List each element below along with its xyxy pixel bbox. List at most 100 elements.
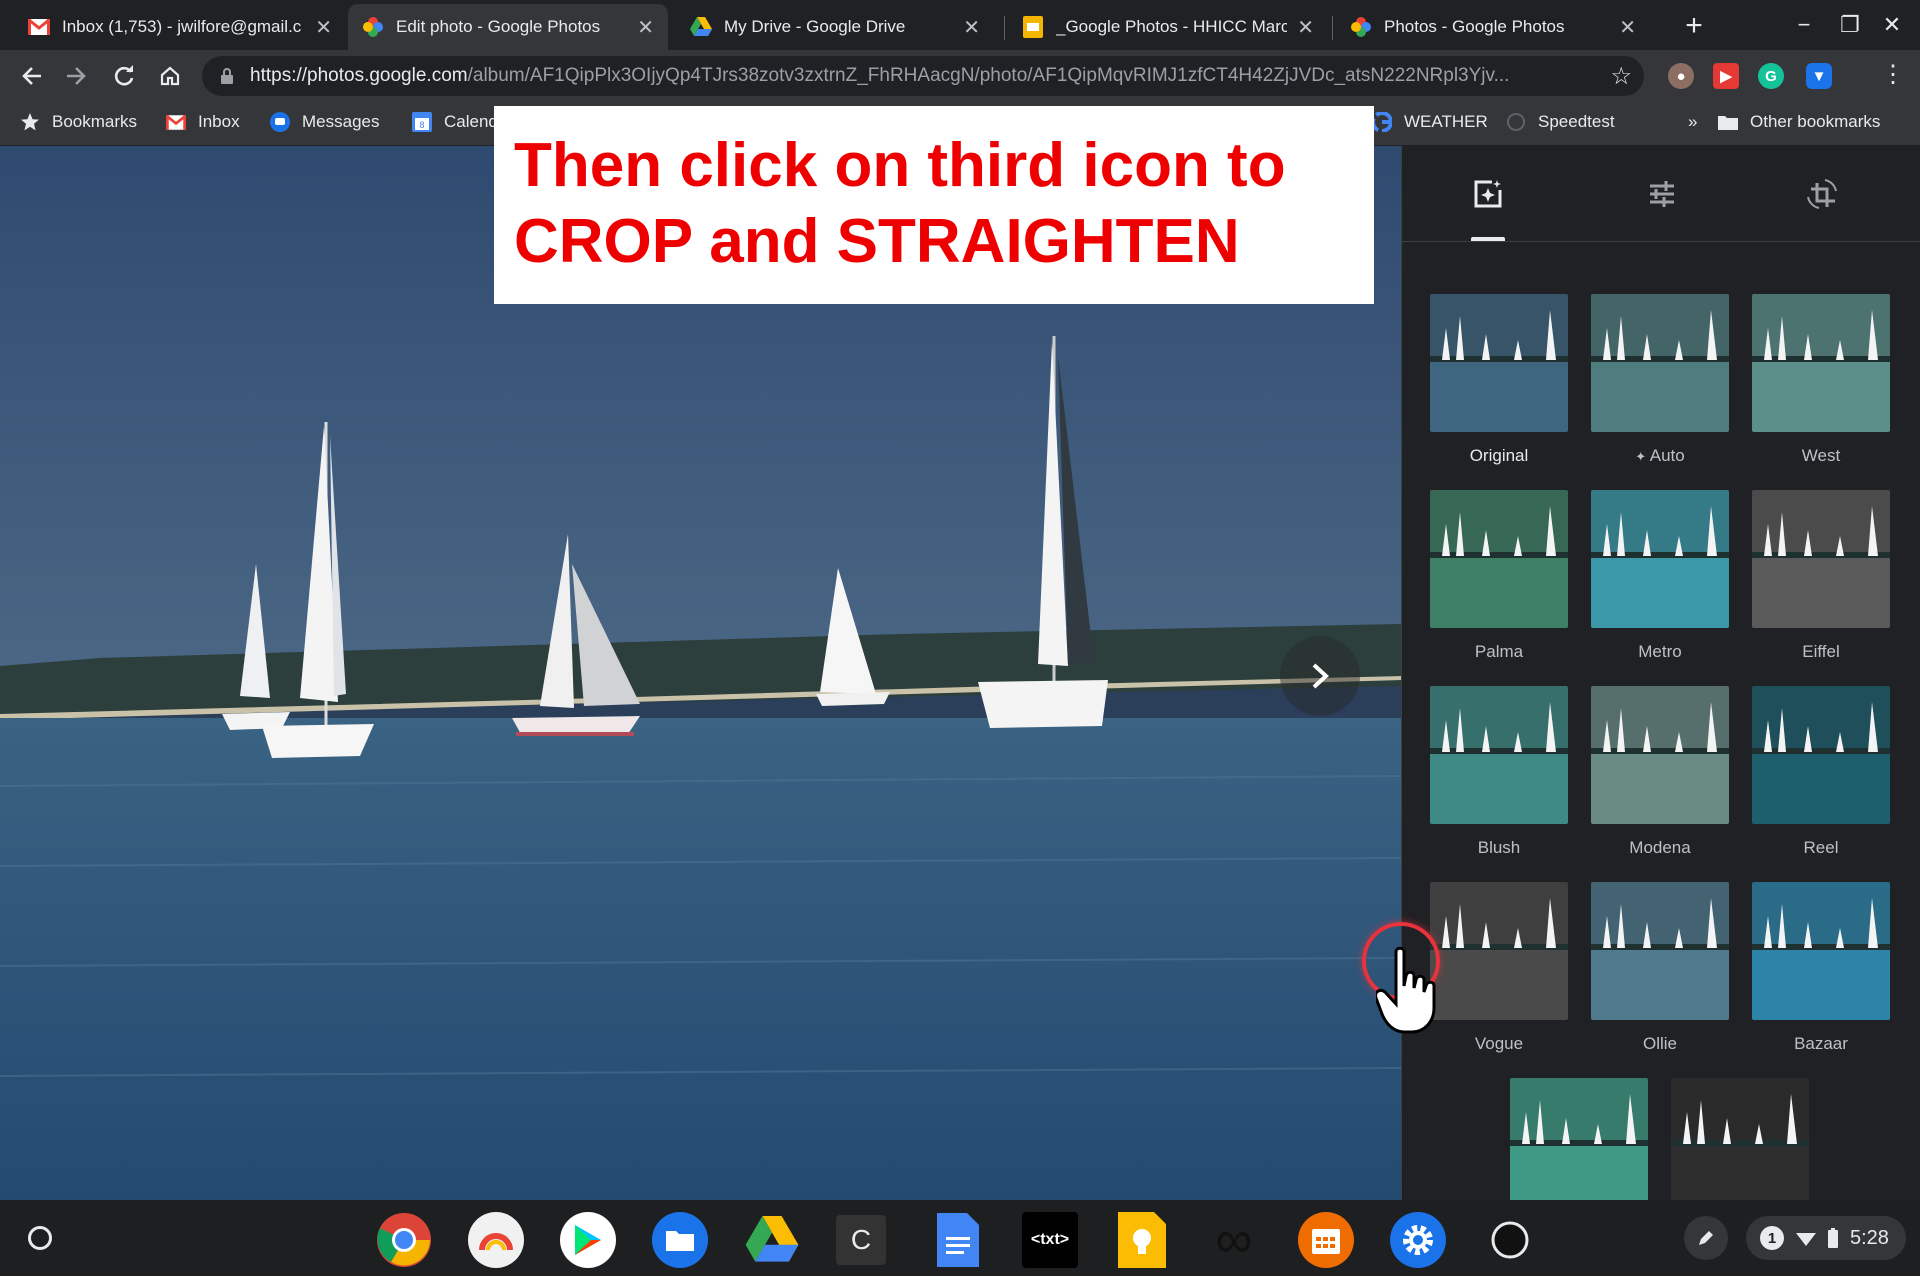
bookmarks-overflow-button[interactable]: » (1688, 112, 1697, 132)
annotation-line-2: CROP and STRAIGHTEN (514, 207, 1240, 276)
forward-arrow-icon (67, 67, 86, 85)
chromeos-shelf: C <txt> ∞ 1 5:28 (0, 1200, 1920, 1276)
sailboat-photo (0, 146, 1401, 1200)
home-button[interactable] (152, 58, 188, 94)
battery-icon (1828, 1228, 1838, 1248)
tab-photos[interactable]: Photos - Google Photos ✕ (1336, 4, 1650, 50)
tab-crop-rotate[interactable] (1794, 170, 1850, 218)
google-docs-icon[interactable] (930, 1212, 986, 1268)
filter-metro[interactable]: Metro (1591, 490, 1729, 662)
filter-label: Bazaar (1794, 1034, 1848, 1053)
next-photo-button[interactable] (1280, 636, 1360, 716)
filter-thumbnail (1752, 882, 1890, 1020)
messages-icon (270, 112, 290, 132)
chrome-menu-icon[interactable]: ⋮ (1878, 60, 1908, 89)
filter-palma[interactable]: Palma (1430, 490, 1568, 662)
close-icon[interactable]: ✕ (637, 15, 654, 40)
photo-canvas[interactable] (0, 146, 1401, 1200)
play-store-icon[interactable] (560, 1212, 616, 1268)
close-window-button[interactable]: ✕ (1874, 10, 1910, 40)
close-icon[interactable]: ✕ (315, 15, 332, 40)
filter-bazaar[interactable]: Bazaar (1752, 882, 1890, 1054)
filter-reel[interactable]: Reel (1752, 686, 1890, 858)
filter-vogue[interactable]: Vogue (1430, 882, 1568, 1054)
tab-gmail-inbox[interactable]: Inbox (1,753) - jwilfore@gmail.c ✕ (14, 4, 346, 50)
screencastify-extension-icon[interactable]: ▶ (1713, 63, 1739, 89)
caret-editor-icon[interactable]: C (836, 1215, 886, 1265)
tab-title: _Google Photos - HHICC March (1056, 17, 1288, 36)
annotation-line-1: Then click on third icon to (514, 131, 1286, 200)
back-button[interactable] (14, 58, 50, 94)
bookmark-star-icon[interactable]: ☆ (1610, 62, 1632, 91)
stylus-tools-button[interactable] (1684, 1216, 1728, 1260)
filter-auto[interactable]: ✦ Auto (1591, 294, 1729, 466)
tab-filters[interactable] (1460, 170, 1516, 218)
pen-icon (1699, 1231, 1713, 1245)
notification-badge[interactable]: 1 (1760, 1226, 1784, 1250)
bookmark-weather[interactable]: WEATHER (1372, 112, 1488, 132)
shield-extension-icon[interactable]: ▼ (1806, 63, 1832, 89)
speedtest-icon (1506, 112, 1526, 132)
edit-panel-tabs (1402, 146, 1920, 242)
circle-app-icon[interactable] (1482, 1212, 1538, 1268)
tab-google-slides[interactable]: _Google Photos - HHICC March ✕ (1008, 4, 1328, 50)
home-icon (160, 66, 180, 86)
chrome-icon[interactable] (376, 1212, 432, 1268)
bookmark-inbox[interactable]: Inbox (166, 112, 240, 132)
close-icon[interactable]: ✕ (1297, 15, 1314, 40)
hand-pointer-icon (1374, 946, 1448, 1041)
svg-text:8: 8 (419, 120, 424, 130)
browser-tab-strip: Inbox (1,753) - jwilfore@gmail.c ✕ Edit … (0, 0, 1920, 50)
filter-modena[interactable]: Modena (1591, 686, 1729, 858)
filter-thumbnail (1510, 1078, 1648, 1200)
filter-thumbnail (1430, 490, 1568, 628)
bookmark-other-bookmarks[interactable]: Other bookmarks (1718, 112, 1880, 132)
filter-label: Original (1469, 446, 1529, 465)
new-tab-button[interactable]: + (1676, 8, 1712, 44)
restore-button[interactable]: ❐ (1832, 10, 1868, 40)
bookmark-messages[interactable]: Messages (270, 112, 379, 132)
profile-avatar-icon[interactable]: ● (1668, 63, 1694, 89)
filter-option-14[interactable] (1671, 1078, 1809, 1200)
edit-panel: Original ✦ Auto West Palma Metro Eiffel Blush M… (1401, 146, 1920, 1200)
system-tray[interactable]: 1 5:28 (1746, 1216, 1906, 1260)
minimize-button[interactable]: − (1786, 10, 1822, 40)
filter-thumbnail (1752, 490, 1890, 628)
filter-thumbnail (1671, 1078, 1809, 1200)
filter-thumbnail (1430, 686, 1568, 824)
forward-button[interactable] (58, 58, 94, 94)
text-editor-icon[interactable]: <txt> (1022, 1212, 1078, 1268)
filter-label: Palma (1474, 642, 1524, 661)
infinity-icon[interactable]: ∞ (1206, 1211, 1262, 1269)
settings-icon[interactable] (1390, 1212, 1446, 1268)
filter-option-13[interactable] (1510, 1078, 1648, 1200)
google-drive-icon (690, 16, 712, 38)
reload-button[interactable] (106, 58, 142, 94)
bookmark-bookmarks[interactable]: Bookmarks (20, 112, 137, 132)
close-icon[interactable]: ✕ (1619, 15, 1636, 40)
tab-divider (1004, 16, 1005, 40)
tab-adjustments[interactable] (1634, 170, 1690, 218)
filter-eiffel[interactable]: Eiffel (1752, 490, 1890, 662)
google-drive-icon[interactable] (744, 1212, 800, 1268)
address-bar[interactable]: https://photos.google.com/album/AF1QipPl… (202, 56, 1644, 96)
filter-blush[interactable]: Blush (1430, 686, 1568, 858)
filter-original[interactable]: Original (1430, 294, 1568, 466)
tab-divider (1332, 16, 1333, 40)
filter-west[interactable]: West (1752, 294, 1890, 466)
google-keep-icon[interactable] (1114, 1212, 1170, 1268)
calendar-app-icon[interactable] (1298, 1212, 1354, 1268)
filter-label: Reel (1803, 838, 1839, 857)
bookmark-speedtest[interactable]: Speedtest (1506, 112, 1615, 132)
grammarly-extension-icon[interactable]: G (1758, 63, 1784, 89)
filter-label: ✦ Auto (1635, 446, 1685, 465)
chrome-canvas-icon[interactable] (468, 1212, 524, 1268)
files-icon[interactable] (652, 1212, 708, 1268)
close-icon[interactable]: ✕ (963, 15, 980, 40)
bookmark-calendar[interactable]: 8 Calend (412, 112, 498, 132)
filter-ollie[interactable]: Ollie (1591, 882, 1729, 1054)
chevron-right-icon (1312, 663, 1329, 689)
tab-google-drive[interactable]: My Drive - Google Drive ✕ (676, 4, 994, 50)
tab-edit-photo[interactable]: Edit photo - Google Photos ✕ (348, 4, 668, 50)
launcher-button[interactable] (28, 1226, 52, 1250)
